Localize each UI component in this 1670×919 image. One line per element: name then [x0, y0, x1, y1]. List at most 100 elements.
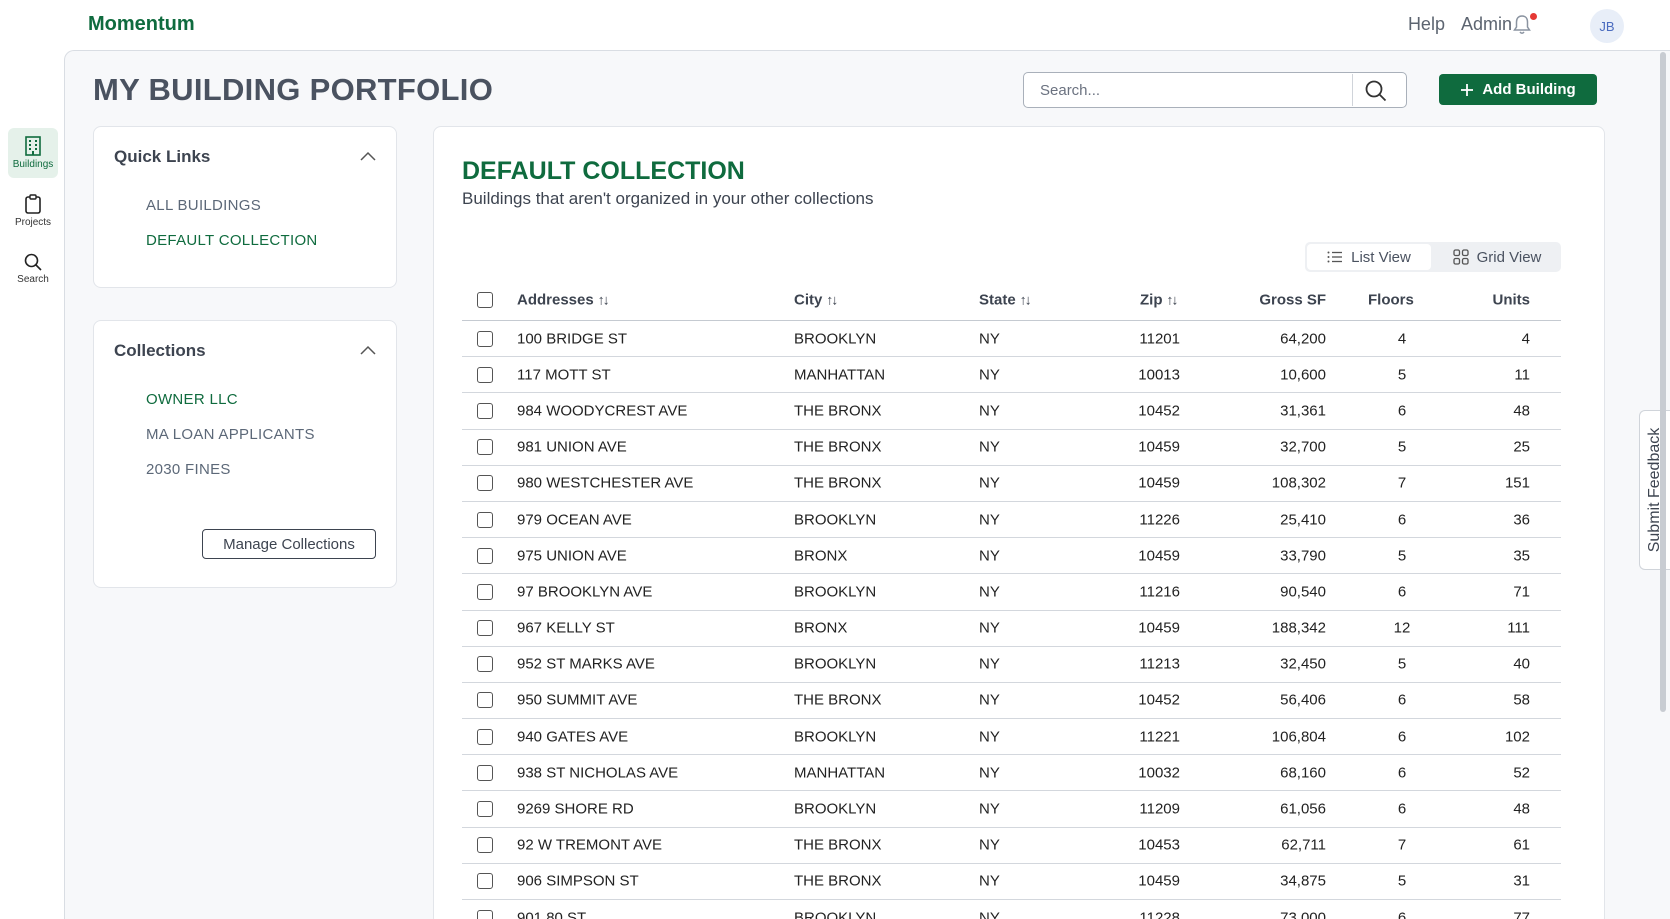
cell-gross-sf: 108,302: [1271, 474, 1326, 492]
row-checkbox[interactable]: [477, 692, 493, 709]
top-nav: Help Admin: [1408, 14, 1512, 35]
table-row[interactable]: 980 WESTCHESTER AVE THE BRONX NY 10459 108,3…: [462, 466, 1561, 502]
table-row[interactable]: 952 ST MARKS AVE BROOKLYN NY 11213 32,450 5 40: [462, 647, 1561, 683]
chevron-up-icon[interactable]: [360, 345, 376, 355]
rail-item-projects[interactable]: Projects: [8, 186, 58, 236]
header-city[interactable]: City ↑↓: [794, 291, 838, 308]
table-row[interactable]: 901 80 ST BROOKLYN NY 11228 73,000 6 77: [462, 900, 1561, 919]
rail-item-search[interactable]: Search: [8, 244, 58, 294]
row-checkbox[interactable]: [477, 656, 493, 673]
grid-icon: [1452, 249, 1469, 265]
table-row[interactable]: 97 BROOKLYN AVE BROOKLYN NY 11216 90,540 6 71: [462, 574, 1561, 611]
buildings-table: Addresses ↑↓ City ↑↓ State ↑↓ Zip ↑↓ Gross S…: [462, 279, 1561, 919]
cell-state: NY: [979, 800, 1000, 818]
row-checkbox[interactable]: [477, 909, 493, 919]
collection-item-ma-loan-applicants[interactable]: MA LOAN APPLICANTS: [146, 426, 315, 443]
table-row[interactable]: 906 SIMPSON ST THE BRONX NY 10459 34,875 5 31: [462, 864, 1561, 900]
search-icon[interactable]: [1364, 79, 1388, 103]
cell-zip: 10452: [1138, 402, 1180, 420]
table-row[interactable]: 117 MOTT ST MANHATTAN NY 10013 10,600 5 11: [462, 357, 1561, 394]
cell-zip: 10032: [1138, 764, 1180, 782]
brand-logo[interactable]: Momentum: [88, 13, 195, 36]
collection-item-owner-llc[interactable]: OWNER LLC: [146, 391, 238, 408]
search-input[interactable]: [1024, 73, 1352, 107]
cell-address: 906 SIMPSON ST: [517, 872, 639, 890]
row-checkbox[interactable]: [477, 801, 493, 818]
table-row[interactable]: 979 OCEAN AVE BROOKLYN NY 11226 25,410 6 36: [462, 502, 1561, 539]
row-checkbox[interactable]: [477, 620, 493, 637]
row-checkbox[interactable]: [477, 547, 493, 564]
table-row[interactable]: 975 UNION AVE BRONX NY 10459 33,790 5 35: [462, 538, 1561, 575]
clipboard-icon: [25, 194, 41, 214]
table-row[interactable]: 9269 SHORE RD BROOKLYN NY 11209 61,056 6 48: [462, 791, 1561, 828]
table-row[interactable]: 938 ST NICHOLAS AVE MANHATTAN NY 10032 68,16…: [462, 755, 1561, 792]
list-view-button[interactable]: List View: [1307, 244, 1431, 270]
cell-units: 11: [1514, 366, 1530, 384]
row-checkbox[interactable]: [477, 764, 493, 781]
row-checkbox[interactable]: [477, 330, 493, 347]
select-all-checkbox[interactable]: [477, 291, 493, 308]
table-row[interactable]: 940 GATES AVE BROOKLYN NY 11221 106,804 6 102: [462, 719, 1561, 756]
rail-item-buildings[interactable]: Buildings: [8, 128, 58, 178]
cell-address: 901 80 ST: [517, 909, 587, 919]
cell-gross-sf: 31,361: [1280, 402, 1326, 420]
scrollbar[interactable]: [1660, 52, 1666, 712]
header-state[interactable]: State ↑↓: [979, 291, 1032, 308]
row-checkbox[interactable]: [477, 439, 493, 456]
avatar[interactable]: JB: [1590, 9, 1624, 43]
add-building-button[interactable]: Add Building: [1439, 74, 1597, 105]
cell-address: 92 W TREMONT AVE: [517, 836, 663, 854]
table-row[interactable]: 950 SUMMIT AVE THE BRONX NY 10452 56,406 6 58: [462, 683, 1561, 720]
sort-icon: ↑↓: [826, 291, 838, 307]
quick-link-default-collection[interactable]: DEFAULT COLLECTION: [146, 232, 318, 249]
row-checkbox[interactable]: [477, 402, 493, 419]
grid-view-button[interactable]: Grid View: [1435, 244, 1559, 270]
row-checkbox[interactable]: [477, 873, 493, 890]
plus-icon: [1461, 83, 1474, 96]
table-row[interactable]: 92 W TREMONT AVE THE BRONX NY 10453 62,711 7 6…: [462, 828, 1561, 864]
cell-address: 981 UNION AVE: [517, 438, 627, 456]
row-checkbox[interactable]: [477, 366, 493, 383]
cell-units: 48: [1513, 800, 1530, 818]
help-link[interactable]: Help: [1408, 14, 1445, 35]
header-address[interactable]: Addresses ↑↓: [517, 291, 610, 308]
manage-collections-button[interactable]: Manage Collections: [202, 529, 376, 559]
cell-zip: 10453: [1138, 836, 1180, 854]
cell-units: 58: [1513, 691, 1530, 709]
table-row[interactable]: 981 UNION AVE THE BRONX NY 10459 32,700 5 25: [462, 430, 1561, 466]
cell-city: BROOKLYN: [794, 511, 877, 529]
sort-icon: ↑↓: [597, 291, 610, 307]
row-checkbox[interactable]: [477, 475, 493, 492]
row-checkbox[interactable]: [477, 583, 493, 600]
row-checkbox[interactable]: [477, 511, 493, 528]
table-row[interactable]: 984 WOODYCREST AVE THE BRONX NY 10452 31,361…: [462, 393, 1561, 430]
cell-zip: 10013: [1138, 366, 1180, 384]
chevron-up-icon[interactable]: [360, 151, 376, 161]
cell-zip: 10452: [1138, 691, 1180, 709]
cell-zip: 11226: [1139, 511, 1180, 529]
table-row[interactable]: 100 BRIDGE ST BROOKLYN NY 11201 64,200 4 4: [462, 321, 1561, 358]
cell-zip: 11221: [1139, 728, 1180, 746]
cell-city: BROOKLYN: [794, 583, 877, 601]
cell-city: MANHATTAN: [794, 366, 886, 384]
admin-link[interactable]: Admin: [1461, 14, 1512, 35]
collection-item-2030-fines[interactable]: 2030 FINES: [146, 461, 231, 478]
row-checkbox[interactable]: [477, 837, 493, 854]
header-zip[interactable]: Zip ↑↓: [1140, 291, 1179, 308]
cell-state: NY: [979, 583, 1000, 601]
collection-title: DEFAULT COLLECTION: [462, 157, 745, 185]
cell-gross-sf: 33,790: [1280, 547, 1326, 565]
grid-view-label: Grid View: [1476, 248, 1542, 266]
cell-city: THE BRONX: [794, 474, 882, 492]
cell-gross-sf: 61,056: [1280, 800, 1326, 818]
cell-city: BROOKLYN: [794, 330, 877, 348]
quick-link-all-buildings[interactable]: ALL BUILDINGS: [146, 197, 261, 214]
cell-address: 100 BRIDGE ST: [517, 330, 628, 348]
quick-links-card: Quick Links ALL BUILDINGS DEFAULT COLLEC…: [93, 126, 397, 288]
cell-floors: 7: [1397, 836, 1407, 854]
cell-address: 952 ST MARKS AVE: [517, 655, 655, 673]
bell-icon[interactable]: [1512, 14, 1532, 36]
row-checkbox[interactable]: [477, 728, 493, 745]
cell-zip: 11209: [1139, 800, 1180, 818]
table-row[interactable]: 967 KELLY ST BRONX NY 10459 188,342 12 111: [462, 611, 1561, 647]
